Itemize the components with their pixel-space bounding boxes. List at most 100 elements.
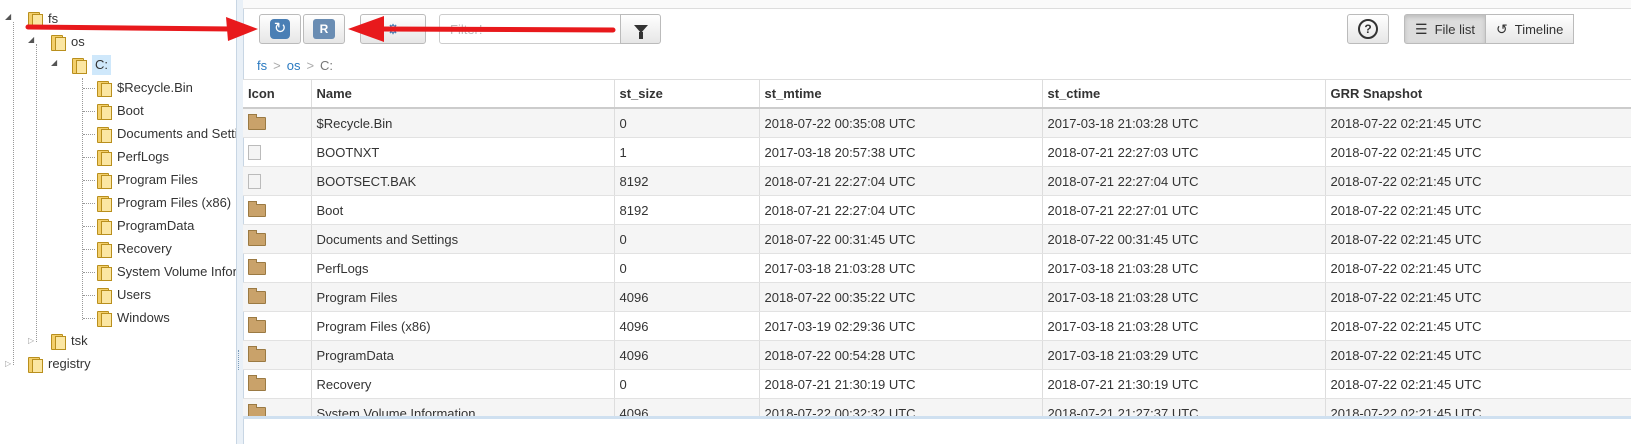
help-button[interactable]: ? [1347, 14, 1389, 44]
question-icon: ? [1358, 19, 1378, 39]
cell-icon [243, 253, 312, 283]
cell-name: System Volume Information [311, 398, 615, 417]
collapse-toggle-icon[interactable]: ◢ [28, 35, 34, 44]
cell-mtime: 2018-07-21 21:30:19 UTC [759, 369, 1043, 399]
file-icon [248, 174, 261, 189]
folder-icon [248, 375, 266, 391]
breadcrumb-separator: > [306, 58, 315, 73]
table-row[interactable]: Recovery 0 2018-07-21 21:30:19 UTC 2018-07-… [243, 369, 1631, 399]
table-row[interactable]: BOOTNXT 1 2017-03-18 20:57:38 UTC 2018-07-2… [243, 137, 1631, 167]
folder-icon [96, 196, 112, 212]
tree-item-recycle-bin[interactable]: $Recycle.Bin [96, 78, 193, 98]
folder-icon [50, 35, 66, 51]
column-header-st-ctime[interactable]: st_ctime [1042, 80, 1326, 109]
tree-connector [83, 318, 95, 319]
cell-ctime: 2017-03-18 21:03:28 UTC [1042, 108, 1326, 138]
folder-icon [96, 104, 112, 120]
cell-ctime: 2017-03-18 21:03:28 UTC [1042, 282, 1326, 312]
table-row[interactable]: System Volume Information 4096 2018-07-22 … [243, 398, 1631, 417]
tree-connector [36, 44, 37, 342]
tree-item-program-files-x86[interactable]: Program Files (x86) [96, 193, 231, 213]
tree-connector [82, 78, 83, 320]
cell-mtime: 2017-03-18 20:57:38 UTC [759, 137, 1043, 167]
view-switcher: ☰ File list ↺ Timeline [1404, 14, 1575, 44]
tree-item-programdata[interactable]: ProgramData [96, 216, 194, 236]
expand-toggle-icon[interactable]: ▷ [28, 336, 34, 345]
breadcrumb-link-os[interactable]: os [287, 58, 301, 73]
cell-snapshot: 2018-07-22 02:21:45 UTC [1325, 166, 1631, 196]
tree-item-label: $Recycle.Bin [117, 80, 193, 95]
tree-item-label: Users [117, 287, 151, 302]
download-options-button[interactable]: ⚙ [360, 14, 426, 44]
refresh-button[interactable]: ↻ [259, 14, 301, 44]
tree-item-label: System Volume Information [117, 264, 240, 279]
cell-mtime: 2018-07-21 22:27:04 UTC [759, 166, 1043, 196]
tree-connector [83, 111, 95, 112]
cell-size: 4096 [614, 340, 760, 370]
splitter-grip[interactable] [238, 350, 242, 370]
folder-icon [248, 114, 266, 130]
tree-item-system-volume-information[interactable]: System Volume Information [96, 262, 240, 282]
tree-item-label: Program Files [117, 172, 198, 187]
cell-name: BOOTSECT.BAK [311, 166, 615, 196]
table-row[interactable]: ProgramData 4096 2018-07-22 00:54:28 UTC 20… [243, 340, 1631, 370]
table-row[interactable]: Program Files (x86) 4096 2017-03-19 02:29:… [243, 311, 1631, 341]
table-row[interactable]: $Recycle.Bin 0 2018-07-22 00:35:08 UTC 2017… [243, 108, 1631, 138]
cell-name: BOOTNXT [311, 137, 615, 167]
tree-item-program-files[interactable]: Program Files [96, 170, 198, 190]
tree-item-windows[interactable]: Windows [96, 308, 170, 328]
tree-item-c-drive[interactable]: C: [71, 55, 111, 75]
tree-connector [83, 180, 95, 181]
column-header-st-size[interactable]: st_size [614, 80, 760, 109]
collapse-toggle-icon[interactable]: ◢ [51, 58, 57, 67]
tree-item-os[interactable]: os [50, 32, 85, 52]
column-header-name[interactable]: Name [311, 80, 615, 109]
tab-file-list[interactable]: ☰ File list [1404, 14, 1487, 44]
recursive-refresh-button[interactable]: R [303, 14, 345, 44]
expand-toggle-icon[interactable]: ▷ [5, 359, 11, 368]
table-row[interactable]: BOOTSECT.BAK 8192 2018-07-21 22:27:04 UTC 2… [243, 166, 1631, 196]
cell-snapshot: 2018-07-22 02:21:45 UTC [1325, 195, 1631, 225]
column-header-st-mtime[interactable]: st_mtime [759, 80, 1043, 109]
collapse-toggle-icon[interactable]: ◢ [5, 12, 11, 21]
cell-size: 0 [614, 108, 760, 138]
cell-mtime: 2018-07-22 00:35:22 UTC [759, 282, 1043, 312]
horizontal-scrollbar[interactable] [243, 416, 1631, 419]
tree-connector [83, 134, 95, 135]
cell-ctime: 2018-07-21 21:30:19 UTC [1042, 369, 1326, 399]
folder-icon [248, 346, 266, 362]
tree-item-tsk[interactable]: tsk [50, 331, 88, 351]
cell-snapshot: 2018-07-22 02:21:45 UTC [1325, 340, 1631, 370]
tree-item-fs[interactable]: fs [27, 9, 58, 29]
cell-icon [243, 369, 312, 399]
folder-icon [96, 311, 112, 327]
tree-connector [83, 88, 95, 89]
tree-item-recovery[interactable]: Recovery [96, 239, 172, 259]
tree-item-boot[interactable]: Boot [96, 101, 144, 121]
tree-item-documents-and-settings[interactable]: Documents and Settings [96, 124, 240, 144]
tree-item-label: PerfLogs [117, 149, 170, 164]
tree-item-label: tsk [71, 333, 88, 348]
table-row[interactable]: Boot 8192 2018-07-21 22:27:04 UTC 2018-07-2… [243, 195, 1631, 225]
column-header-icon[interactable]: Icon [243, 80, 312, 109]
cell-ctime: 2018-07-21 22:27:03 UTC [1042, 137, 1326, 167]
breadcrumb-link-fs[interactable]: fs [257, 58, 267, 73]
table-row[interactable]: Program Files 4096 2018-07-22 00:35:22 UTC… [243, 282, 1631, 312]
filter-input[interactable] [439, 14, 621, 44]
tree-item-users[interactable]: Users [96, 285, 151, 305]
table-row[interactable]: Documents and Settings 0 2018-07-22 00:31:… [243, 224, 1631, 254]
table-row[interactable]: PerfLogs 0 2017-03-18 21:03:28 UTC 2017-03-… [243, 253, 1631, 283]
cell-mtime: 2018-07-21 22:27:04 UTC [759, 195, 1043, 225]
cell-snapshot: 2018-07-22 02:21:45 UTC [1325, 224, 1631, 254]
cell-size: 4096 [614, 398, 760, 417]
filter-button[interactable] [620, 14, 661, 44]
tab-timeline[interactable]: ↺ Timeline [1486, 14, 1575, 44]
main-panel: ↻ R ⚙ ? ☰ File list ↺ Timeline fs > os > C: [243, 0, 1631, 444]
cell-icon [243, 398, 312, 417]
file-icon [248, 145, 261, 160]
tree-item-perflogs[interactable]: PerfLogs [96, 147, 169, 167]
folder-icon [96, 288, 112, 304]
tree-item-registry[interactable]: registry [27, 354, 91, 374]
folder-icon [96, 219, 112, 235]
column-header-grr-snapshot[interactable]: GRR Snapshot [1325, 80, 1631, 109]
